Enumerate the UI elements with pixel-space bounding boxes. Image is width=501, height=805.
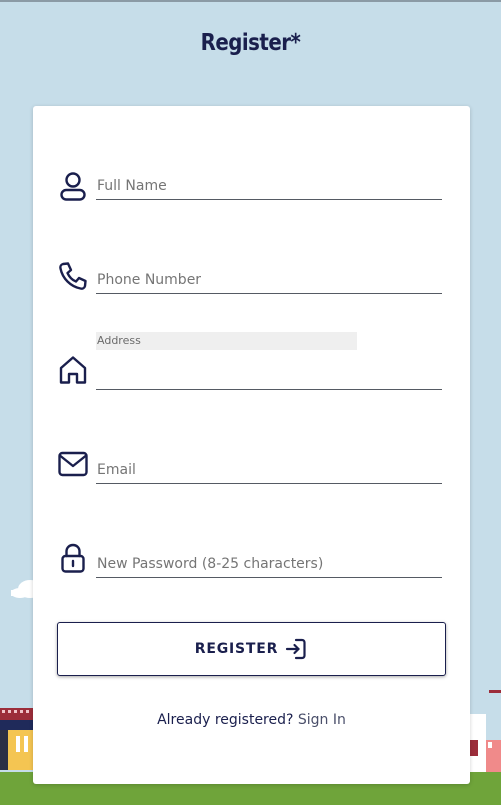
register-card: Address REGISTER — [33, 106, 470, 784]
building-right — [470, 690, 501, 772]
phone-icon — [57, 260, 89, 292]
register-button-label: REGISTER — [194, 641, 279, 657]
user-icon — [57, 170, 89, 202]
already-registered-text: Already registered? — [157, 712, 294, 728]
email-input[interactable] — [96, 456, 442, 484]
mail-icon — [57, 448, 89, 480]
page-title: Register* — [200, 30, 301, 56]
home-icon — [57, 354, 89, 386]
register-button[interactable]: REGISTER — [57, 622, 446, 676]
address-label: Address — [96, 332, 357, 350]
address-input[interactable] — [96, 362, 442, 390]
sign-in-link[interactable]: Sign In — [298, 712, 346, 728]
full-name-input[interactable] — [96, 172, 442, 200]
new-password-input[interactable] — [96, 550, 442, 578]
lock-icon — [57, 542, 89, 574]
signin-prompt: Already registered? Sign In — [33, 712, 470, 728]
sign-in-arrow-icon — [284, 637, 308, 661]
building-left — [0, 708, 34, 770]
phone-number-input[interactable] — [96, 266, 442, 294]
